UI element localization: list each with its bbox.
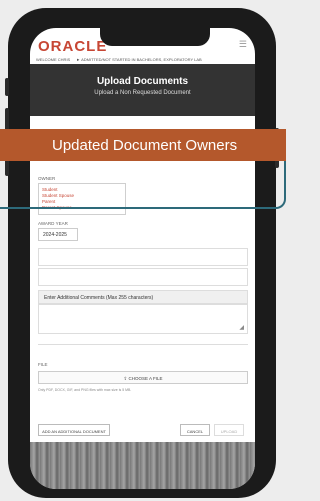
file-requirements-note: Only PDF, DOCX, GIF, and PNG files with … xyxy=(38,388,132,392)
student-status-bar: WELCOME CHRIS ► ADMITTED/NOT STARTED IN … xyxy=(30,54,255,64)
resize-handle-icon[interactable]: ◢ xyxy=(239,324,244,331)
welcome-text: WELCOME CHRIS xyxy=(36,57,71,62)
phone-frame: ORACLE ☰ WELCOME CHRIS ► ADMITTED/NOT ST… xyxy=(5,8,279,498)
page-title: Upload Documents xyxy=(96,76,189,87)
page-banner: Upload Documents Upload a Non Requested … xyxy=(30,64,255,116)
program-status: ► ADMITTED/NOT STARTED IN BACHELORS, EXP… xyxy=(76,57,202,62)
stage: ORACLE ☰ WELCOME CHRIS ► ADMITTED/NOT ST… xyxy=(0,0,286,501)
add-additional-document-button[interactable]: ADD AN ADDITIONAL DOCUMENT xyxy=(38,424,110,436)
footer-photo xyxy=(30,442,255,489)
comments-label: Enter Additional Comments (Max 255 chara… xyxy=(38,290,248,304)
award-year-label: AWARD YEAR xyxy=(38,221,68,226)
phone-side-button xyxy=(5,78,9,96)
page-subtitle: Upload a Non Requested Document xyxy=(94,90,191,96)
award-year-select[interactable]: 2024-2025 xyxy=(38,228,78,241)
cancel-button[interactable]: CANCEL xyxy=(180,424,210,436)
hamburger-menu-icon[interactable]: ☰ xyxy=(239,39,247,50)
document-type-field[interactable] xyxy=(38,248,248,266)
file-label: FILE xyxy=(38,362,48,367)
choose-file-button[interactable]: ⇪ CHOOSE A FILE xyxy=(38,371,248,384)
phone-screen: ORACLE ☰ WELCOME CHRIS ► ADMITTED/NOT ST… xyxy=(30,28,255,489)
phone-notch xyxy=(100,28,210,46)
document-detail-field[interactable] xyxy=(38,268,248,286)
callout-ribbon: Updated Document Owners xyxy=(0,129,286,161)
oracle-logo: ORACLE xyxy=(38,38,108,55)
comments-textarea[interactable]: ◢ xyxy=(38,304,248,334)
upload-button[interactable]: UPLOAD xyxy=(214,424,244,436)
